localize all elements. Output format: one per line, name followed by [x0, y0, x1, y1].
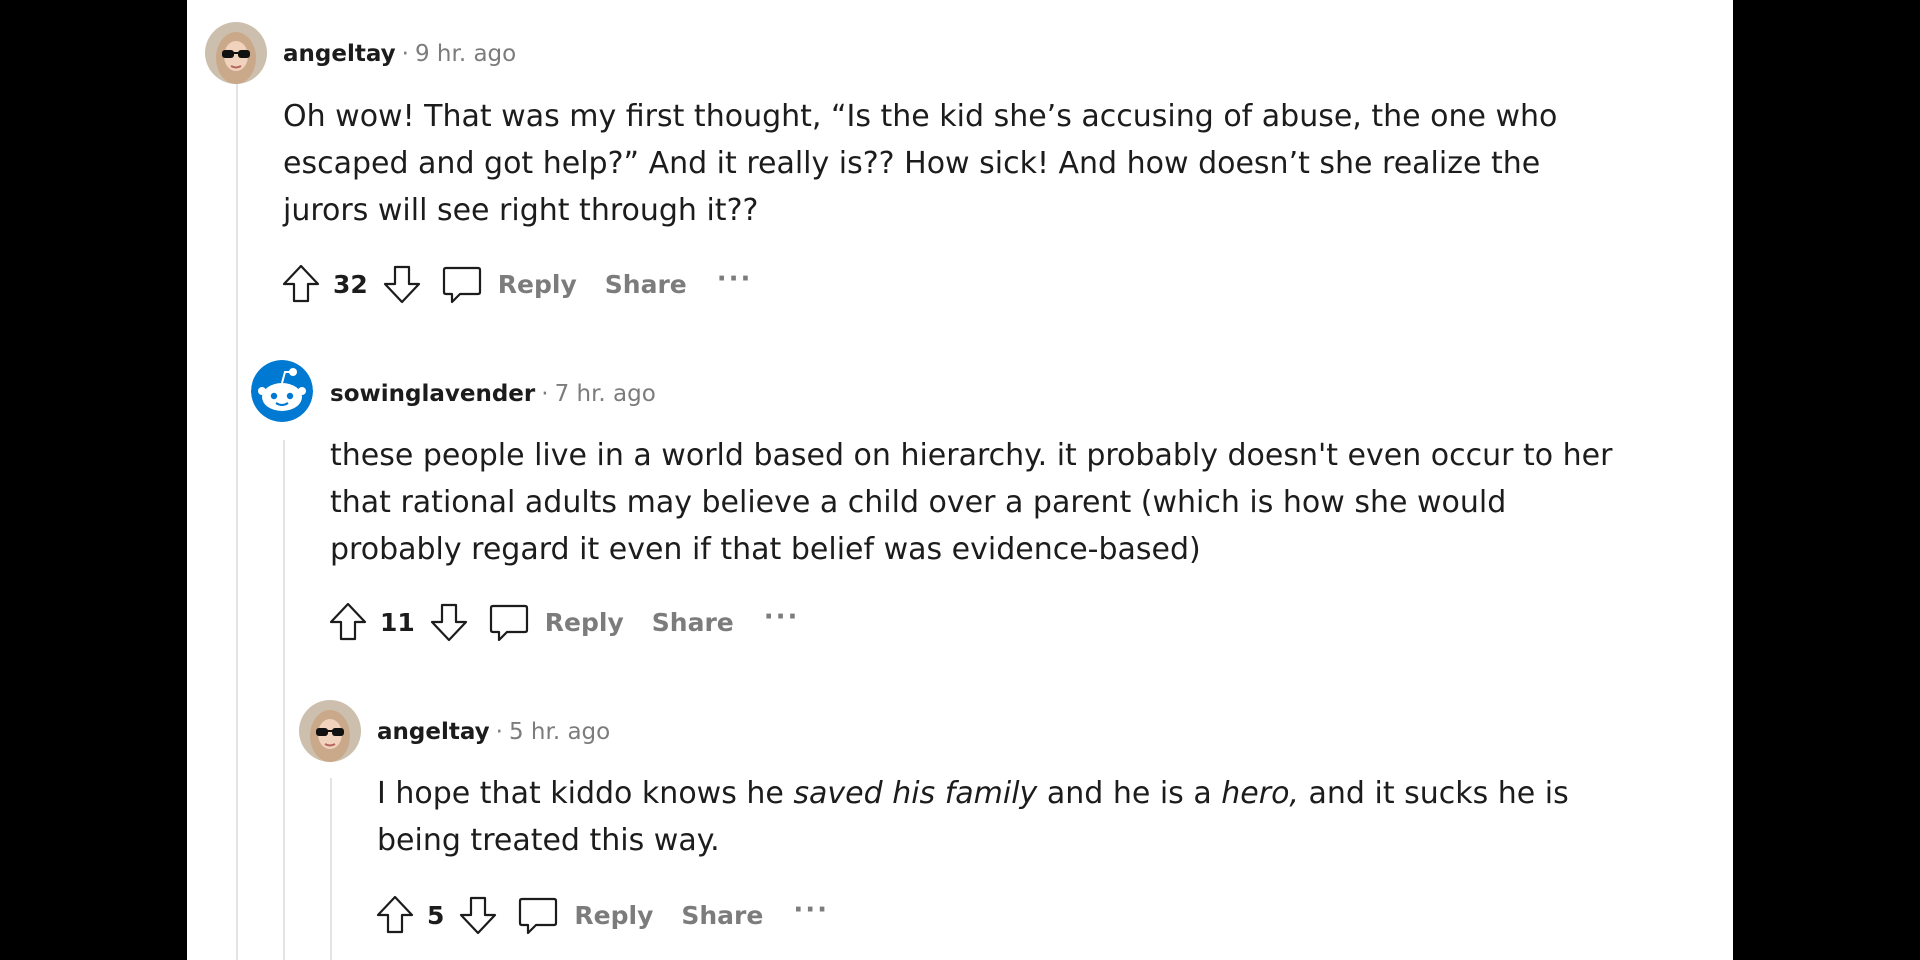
comment-meta: angeltay · 5 hr. ago: [377, 717, 610, 747]
downvote-icon[interactable]: [456, 893, 500, 937]
profile-photo-sunglasses-icon: [299, 700, 361, 762]
timestamp[interactable]: 5 hr. ago: [509, 719, 610, 745]
vote-score: 5: [427, 900, 445, 930]
more-options-icon[interactable]: ···: [793, 897, 829, 930]
comment-thread-panel: angeltay · 9 hr. ago Oh wow! That was my f…: [187, 0, 1733, 960]
comment-3: angeltay · 5 hr. ago I hope that kiddo kno…: [187, 0, 1733, 960]
thread-line-3[interactable]: [330, 778, 332, 960]
comment-bubble-icon: [516, 893, 560, 937]
comment-body-text: I hope that kiddo knows he: [377, 776, 794, 811]
comment-body-text: and he is a: [1037, 776, 1222, 811]
reply-label: Reply: [574, 900, 654, 930]
comment-body-emphasis: hero,: [1221, 776, 1299, 811]
comment-body-emphasis: saved his family: [793, 776, 1038, 811]
meta-separator: ·: [495, 719, 503, 745]
comment-body: I hope that kiddo knows he saved his fam…: [377, 770, 1627, 864]
upvote-icon[interactable]: [373, 893, 417, 937]
reply-button[interactable]: Reply: [516, 893, 653, 937]
avatar-angeltay[interactable]: [299, 700, 361, 762]
author-name[interactable]: angeltay: [377, 719, 490, 745]
comment-actions: 5 Reply Share ···: [373, 891, 829, 939]
share-button[interactable]: Share: [681, 901, 763, 930]
